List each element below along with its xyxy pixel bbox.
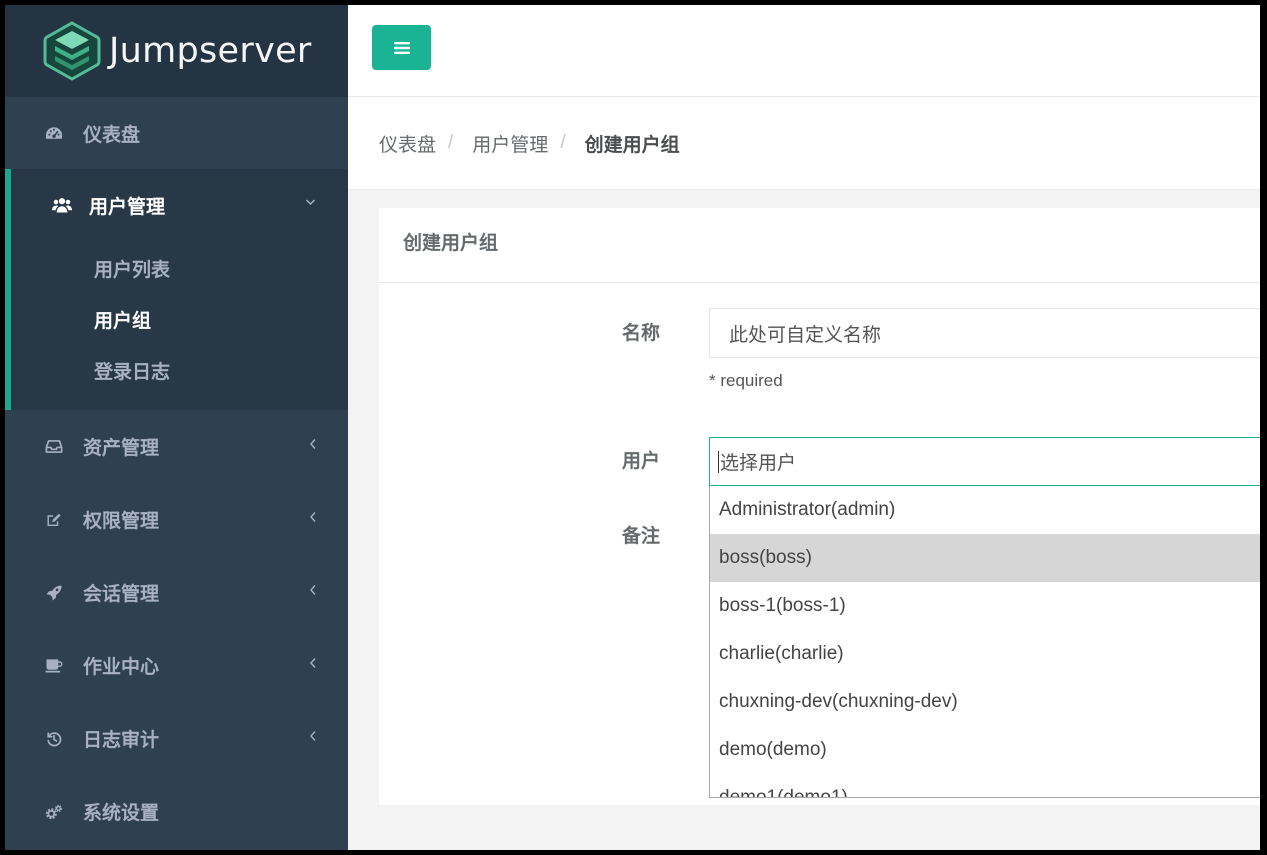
edit-icon (47, 513, 61, 526)
panel-title: 创建用户组 (379, 208, 1260, 283)
logo-text: Jumpserver (109, 30, 312, 71)
dropdown-option[interactable]: demo(demo) (710, 726, 1260, 774)
gears-icon (45, 804, 63, 819)
app-window: Jumpserver 仪表盘 用户管理 用户列表 用户组 登录日志 资产管理 权… (5, 5, 1260, 850)
comment-label: 备注 (621, 526, 660, 547)
sidebar-item-label: 权限管理 (83, 511, 160, 532)
submenu-item-login-log[interactable]: 登录日志 (11, 345, 348, 396)
users-dropdown[interactable]: Administrator(admin) boss(boss) boss-1(b… (709, 486, 1260, 798)
sidebar-item-dashboard[interactable]: 仪表盘 (5, 97, 348, 169)
text-cursor (718, 450, 719, 473)
sidebar-item-label: 仪表盘 (83, 124, 141, 146)
submenu-item-user-group[interactable]: 用户组 (11, 294, 348, 345)
sidebar-item-label: 日志审计 (83, 730, 160, 751)
chevron-down-icon[interactable] (305, 198, 316, 206)
sidebar-item-audit-logs[interactable]: 日志审计 (5, 702, 348, 775)
sidebar-item-assets[interactable]: 资产管理 (5, 410, 348, 483)
sidebar-item-settings[interactable]: 系统设置 (5, 775, 348, 848)
breadcrumb-item-dashboard[interactable]: 仪表盘 (379, 130, 436, 157)
sidebar: Jumpserver 仪表盘 用户管理 用户列表 用户组 登录日志 资产管理 权… (5, 5, 348, 850)
chevron-left-icon[interactable] (309, 730, 317, 742)
sidebar-nav: 仪表盘 用户管理 用户列表 用户组 登录日志 资产管理 权限管理 会话管理 作业… (5, 97, 348, 848)
dropdown-option[interactable]: boss(boss) (710, 534, 1260, 582)
sidebar-toggle-button[interactable] (372, 25, 431, 70)
dashboard-icon (46, 127, 62, 139)
submenu-item-user-list[interactable]: 用户列表 (11, 243, 348, 294)
breadcrumb: 仪表盘 / 用户管理 / 创建用户组 (348, 97, 1260, 190)
sidebar-link[interactable]: 会话管理 (5, 556, 348, 629)
chevron-left-icon[interactable] (309, 511, 317, 523)
breadcrumb-item-current: 创建用户组 (584, 134, 680, 156)
chevron-left-icon[interactable] (309, 657, 317, 669)
sidebar-item-label: 会话管理 (83, 584, 160, 605)
sidebar-link[interactable]: 用户管理 (11, 169, 348, 241)
history-icon (47, 731, 62, 746)
sidebar-link[interactable]: 资产管理 (5, 410, 348, 483)
sidebar-item-label: 用户管理 (89, 196, 166, 218)
sidebar-item-label: 作业中心 (83, 657, 160, 678)
sidebar-item-label: 系统设置 (83, 803, 160, 824)
chevron-left-icon[interactable] (309, 584, 317, 596)
dropdown-option[interactable]: boss-1(boss-1) (710, 582, 1260, 630)
sidebar-link[interactable]: 系统设置 (5, 775, 348, 848)
top-navbar (348, 5, 1260, 97)
breadcrumb-item-user-management[interactable]: 用户管理 (472, 130, 548, 157)
bars-icon (393, 41, 410, 54)
users-icon (52, 198, 72, 213)
required-hint: * required (709, 371, 783, 390)
dropdown-option[interactable]: charlie(charlie) (710, 630, 1260, 678)
users-select[interactable]: 选择用户 (709, 437, 1260, 486)
coffee-icon (45, 659, 63, 673)
sidebar-item-sessions[interactable]: 会话管理 (5, 556, 348, 629)
main-content: 仪表盘 / 用户管理 / 创建用户组 创建用户组 名称 * required 用… (348, 5, 1260, 850)
dropdown-option[interactable]: Administrator(admin) (710, 486, 1260, 534)
sidebar-link[interactable]: 权限管理 (5, 483, 348, 556)
sidebar-item-label: 资产管理 (83, 438, 160, 459)
sidebar-link[interactable]: 作业中心 (5, 629, 348, 702)
name-input[interactable] (709, 308, 1260, 358)
submenu-user-management: 用户列表 用户组 登录日志 (11, 241, 348, 396)
dropdown-option[interactable]: chuxning-dev(chuxning-dev) (710, 678, 1260, 726)
sidebar-item-jobs[interactable]: 作业中心 (5, 629, 348, 702)
breadcrumb-separator: / (560, 132, 566, 153)
dropdown-option[interactable]: demo1(demo1) (710, 774, 1260, 797)
logo[interactable]: Jumpserver (5, 5, 348, 97)
users-label: 用户 (621, 451, 660, 472)
create-user-group-panel: 创建用户组 名称 * required 用户 选择用户 备注 Administr… (379, 208, 1260, 805)
inbox-icon (45, 440, 63, 453)
sidebar-item-permissions[interactable]: 权限管理 (5, 483, 348, 556)
users-select-placeholder: 选择用户 (720, 453, 797, 474)
sidebar-link[interactable]: 日志审计 (5, 702, 348, 775)
sidebar-item-user-management[interactable]: 用户管理 用户列表 用户组 登录日志 (5, 169, 348, 410)
jumpserver-logo-icon (43, 21, 101, 81)
sidebar-link[interactable]: 仪表盘 (5, 97, 348, 169)
breadcrumb-separator: / (448, 132, 454, 153)
rocket-icon (46, 584, 62, 601)
name-label: 名称 (621, 323, 660, 344)
chevron-left-icon[interactable] (309, 438, 317, 450)
